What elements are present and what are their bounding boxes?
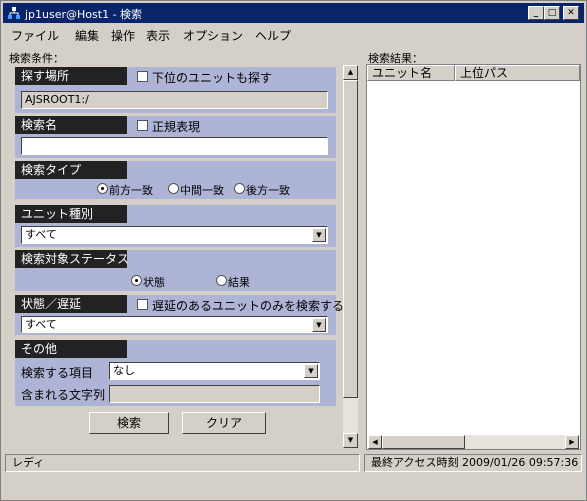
prefix-match-label: 前方一致 bbox=[109, 184, 153, 197]
include-lower-checkbox[interactable] bbox=[137, 71, 148, 82]
minimize-button[interactable]: _ bbox=[528, 6, 544, 20]
search-name-input[interactable] bbox=[21, 137, 328, 155]
search-name-title: 検索名 bbox=[15, 116, 127, 134]
location-title: 探す場所 bbox=[15, 67, 127, 85]
scroll-down-icon[interactable]: ▼ bbox=[343, 433, 358, 448]
search-conditions-label: 検索条件： bbox=[9, 52, 64, 65]
column-parent-path[interactable]: 上位パス bbox=[455, 65, 580, 81]
maximize-button[interactable]: □ bbox=[544, 6, 560, 20]
chevron-down-icon[interactable]: ▼ bbox=[304, 364, 318, 378]
include-lower-label: 下位のユニットも探す bbox=[152, 71, 273, 85]
hscroll-thumb[interactable] bbox=[382, 435, 465, 449]
scroll-right-icon[interactable]: ▶ bbox=[565, 435, 579, 449]
contains-label: 含まれる文字列 bbox=[21, 388, 106, 402]
search-window: jp1user@Host1 - 検索 _ □ ✕ ファイル 編集 操作 表示 オ… bbox=[0, 0, 587, 501]
scroll-up-icon[interactable]: ▲ bbox=[343, 65, 358, 80]
chevron-down-icon[interactable]: ▼ bbox=[312, 228, 326, 242]
menu-edit[interactable]: 編集 bbox=[75, 27, 99, 44]
middle-match-label: 中間一致 bbox=[180, 184, 224, 197]
scroll-left-icon[interactable]: ◀ bbox=[368, 435, 382, 449]
search-item-dropdown[interactable]: なし ▼ bbox=[109, 362, 320, 380]
close-button[interactable]: ✕ bbox=[563, 6, 579, 20]
results-list[interactable]: ユニット名 上位パス ◀ ▶ bbox=[366, 64, 581, 450]
unit-type-value: すべて bbox=[25, 228, 57, 241]
target-status-title: 検索対象ステータス bbox=[15, 250, 129, 268]
search-item-value: なし bbox=[113, 364, 135, 377]
delayed-only-label: 遅延のあるユニットのみを検索する bbox=[152, 299, 345, 313]
title-bar[interactable]: jp1user@Host1 - 検索 _ □ ✕ bbox=[3, 3, 584, 23]
status-text: レディ bbox=[5, 454, 360, 472]
conditions-scrollbar[interactable]: ▲ ▼ bbox=[343, 65, 358, 448]
status-label: 状態 bbox=[143, 276, 165, 289]
other-panel: その他 検索する項目 なし ▼ 含まれる文字列 bbox=[15, 340, 336, 406]
search-type-panel: 検索タイプ 前方一致 中間一致 後方一致 bbox=[15, 161, 336, 199]
scroll-thumb[interactable] bbox=[343, 80, 358, 398]
status-delay-dropdown[interactable]: すべて ▼ bbox=[21, 316, 328, 333]
status-delay-panel: 状態／遅延 遅延のあるユニットのみを検索する すべて ▼ bbox=[15, 295, 344, 335]
window-title: jp1user@Host1 - 検索 bbox=[25, 8, 143, 21]
unit-type-dropdown[interactable]: すべて ▼ bbox=[21, 226, 328, 244]
regex-label: 正規表現 bbox=[152, 120, 201, 134]
menu-help[interactable]: ヘルプ bbox=[255, 27, 291, 44]
menu-operation[interactable]: 操作 bbox=[111, 27, 135, 44]
menu-view[interactable]: 表示 bbox=[146, 27, 170, 44]
radio-suffix-match[interactable] bbox=[234, 183, 245, 194]
contains-input bbox=[109, 385, 320, 403]
radio-status[interactable] bbox=[131, 275, 142, 286]
result-label: 結果 bbox=[228, 276, 250, 289]
target-status-panel: 検索対象ステータス 状態 結果 bbox=[15, 250, 336, 291]
clear-button[interactable]: クリア bbox=[182, 412, 266, 434]
regex-checkbox[interactable] bbox=[137, 120, 148, 131]
search-button[interactable]: 検索 bbox=[89, 412, 169, 434]
search-item-label: 検索する項目 bbox=[21, 366, 94, 380]
app-icon bbox=[8, 7, 20, 19]
other-title: その他 bbox=[15, 340, 127, 358]
results-hscrollbar[interactable]: ◀ ▶ bbox=[368, 435, 579, 449]
location-panel: 探す場所 下位のユニットも探す AJSROOT1:/ bbox=[15, 67, 336, 113]
search-name-panel: 検索名 正規表現 bbox=[15, 116, 336, 158]
location-path-field: AJSROOT1:/ bbox=[21, 91, 328, 109]
suffix-match-label: 後方一致 bbox=[246, 184, 290, 197]
chevron-down-icon[interactable]: ▼ bbox=[312, 318, 326, 332]
radio-middle-match[interactable] bbox=[168, 183, 179, 194]
column-unit-name[interactable]: ユニット名 bbox=[367, 65, 455, 81]
unit-type-title: ユニット種別 bbox=[15, 205, 127, 223]
unit-type-panel: ユニット種別 すべて ▼ bbox=[15, 205, 336, 247]
radio-result[interactable] bbox=[216, 275, 227, 286]
status-delay-value: すべて bbox=[25, 318, 57, 331]
menu-bar: ファイル 編集 操作 表示 オプション ヘルプ bbox=[3, 24, 584, 44]
menu-file[interactable]: ファイル bbox=[11, 27, 59, 44]
last-access-time: 最終アクセス時刻 2009/01/26 09:57:36 bbox=[364, 454, 582, 472]
menu-options[interactable]: オプション bbox=[183, 27, 243, 44]
search-type-title: 検索タイプ bbox=[15, 161, 127, 179]
radio-prefix-match[interactable] bbox=[97, 183, 108, 194]
status-delay-title: 状態／遅延 bbox=[15, 295, 127, 313]
delayed-only-checkbox[interactable] bbox=[137, 299, 148, 310]
